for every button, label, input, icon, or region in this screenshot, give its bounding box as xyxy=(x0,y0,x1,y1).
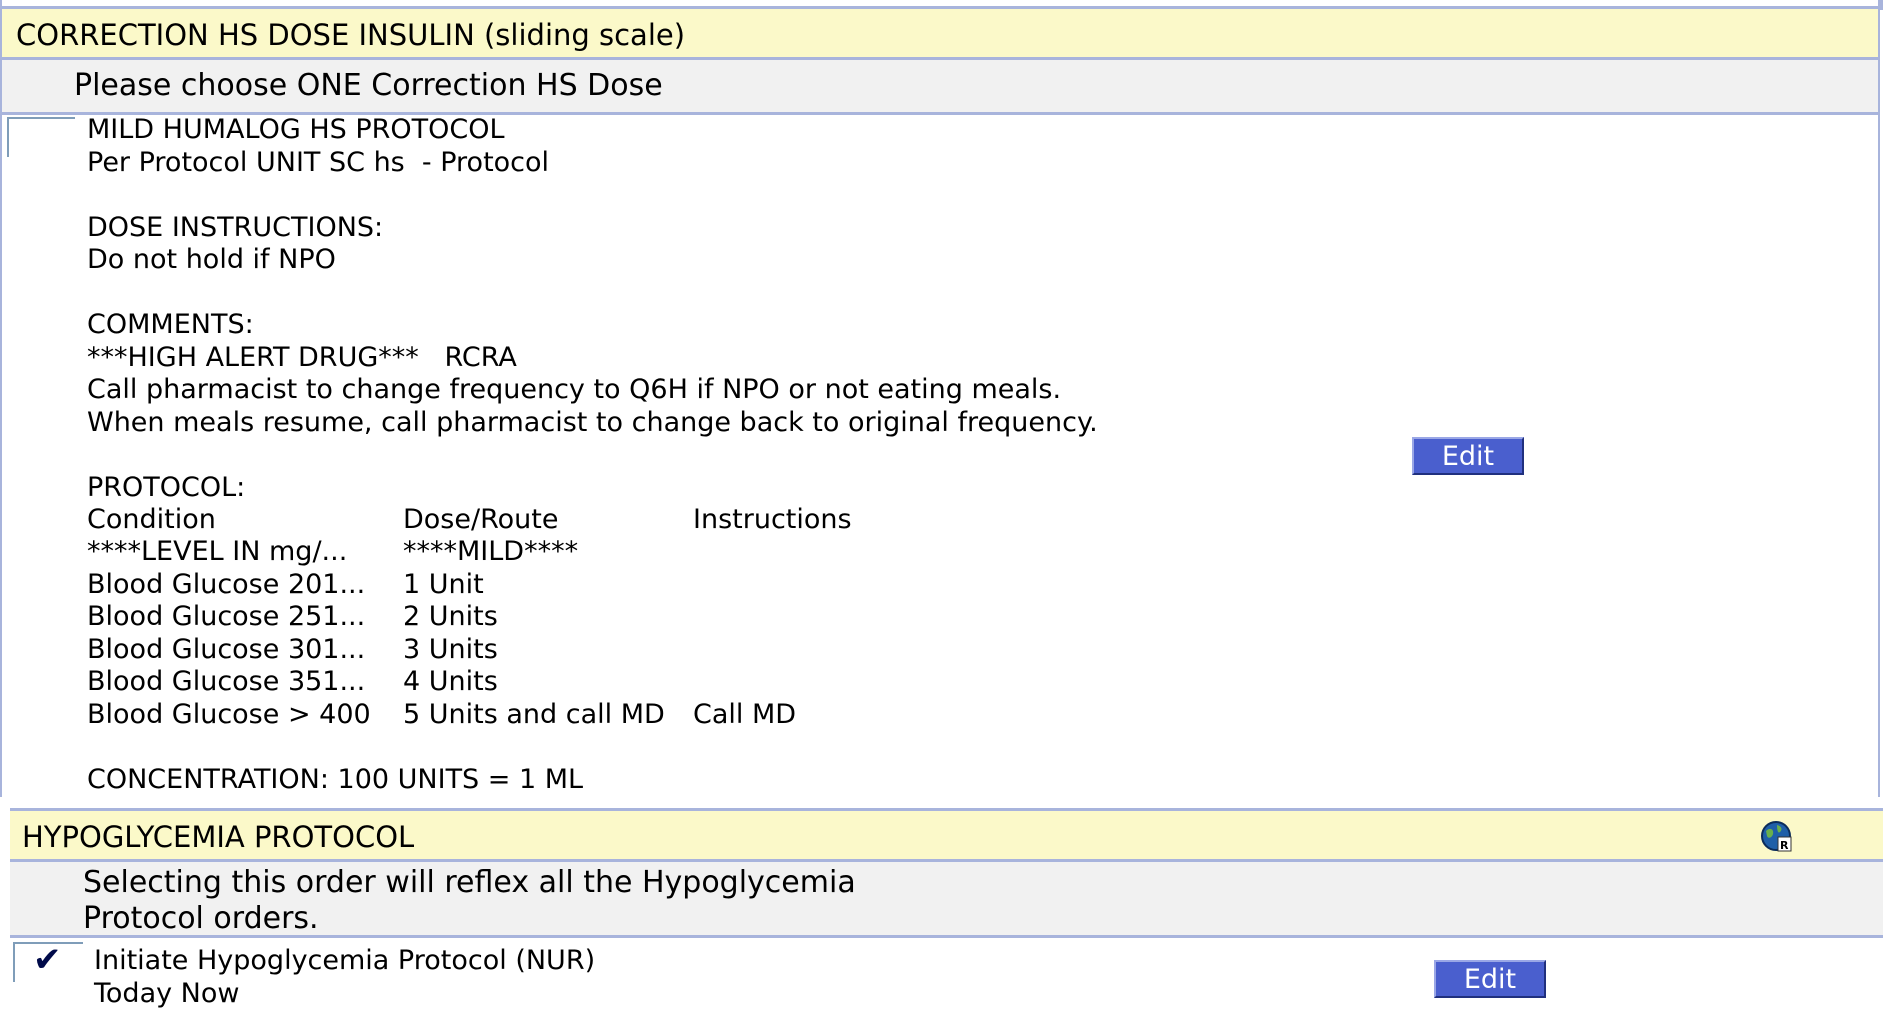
hypoglycemia-header-title: HYPOGLYCEMIA PROTOCOL xyxy=(22,820,415,854)
protocol-cell-condition: ****LEVEL IN mg/... xyxy=(87,536,348,567)
order-checkbox[interactable] xyxy=(7,117,75,157)
hypoglycemia-order-name: Initiate Hypoglycemia Protocol (NUR) xyxy=(94,945,596,976)
checkmark-icon: ✔ xyxy=(33,940,62,980)
order-frequency: Per Protocol UNIT SC hs - Protocol xyxy=(87,146,550,178)
protocol-cell-dose-route: 3 Units xyxy=(403,633,498,665)
protocol-cell-condition: Blood Glucose > 400 xyxy=(87,698,371,730)
protocol-cell-condition: Blood Glucose 251... xyxy=(87,601,366,632)
protocol-cell-instructions: Call MD xyxy=(693,698,797,730)
comment-line: When meals resume, call pharmacist to ch… xyxy=(87,406,1098,438)
hypoglycemia-subheader-line1: Selecting this order will reflex all the… xyxy=(83,865,856,900)
hypoglycemia-section-header: HYPOGLYCEMIA PROTOCOL xyxy=(10,808,1883,862)
protocol-cell-dose-route: ****MILD**** xyxy=(403,536,579,567)
protocol-cell-condition: Blood Glucose 301... xyxy=(87,633,366,665)
protocol-label: PROTOCOL: xyxy=(87,471,246,503)
comments-label: COMMENTS: xyxy=(87,309,254,340)
protocol-cell-dose-route: 1 Unit xyxy=(403,568,484,600)
comment-line: ***HIGH ALERT DRUG*** RCRA xyxy=(87,341,517,373)
dose-instructions-text: Do not hold if NPO xyxy=(87,244,336,275)
order-name: MILD HUMALOG HS PROTOCOL xyxy=(87,114,505,145)
svg-text:R: R xyxy=(1780,839,1789,852)
comment-line: Call pharmacist to change frequency to Q… xyxy=(87,374,1062,405)
hypoglycemia-edit-button[interactable]: Edit xyxy=(1434,960,1546,998)
section-subheader: Please choose ONE Correction HS Dose xyxy=(2,60,1878,115)
edit-button[interactable]: Edit xyxy=(1412,437,1524,475)
section-header-title: CORRECTION HS DOSE INSULIN (sliding scal… xyxy=(16,18,686,52)
protocol-cell-dose-route: 5 Units and call MD xyxy=(403,698,665,730)
protocol-cell-dose-route: 4 Units xyxy=(403,666,498,697)
protocol-header-instructions: Instructions xyxy=(693,504,852,535)
protocol-cell-condition: Blood Glucose 351... xyxy=(87,666,366,697)
protocol-header-condition: Condition xyxy=(87,504,216,535)
section-subheader-text: Please choose ONE Correction HS Dose xyxy=(74,68,663,103)
hypoglycemia-order-timing: Today Now xyxy=(94,978,240,1009)
protocol-cell-condition: Blood Glucose 201... xyxy=(87,568,366,600)
hypoglycemia-order-checkbox[interactable]: ✔ xyxy=(13,940,83,982)
hypoglycemia-subheader-line2: Protocol orders. xyxy=(83,901,319,936)
dose-instructions-label: DOSE INSTRUCTIONS: xyxy=(87,211,384,243)
correction-hs-dose-section: CORRECTION HS DOSE INSULIN (sliding scal… xyxy=(0,0,1880,797)
protocol-cell-dose-route: 2 Units xyxy=(403,601,498,632)
concentration-text: CONCENTRATION: 100 UNITS = 1 ML xyxy=(87,764,584,795)
section-header: CORRECTION HS DOSE INSULIN (sliding scal… xyxy=(2,6,1878,60)
globe-rx-icon[interactable]: R xyxy=(1759,819,1793,853)
hypoglycemia-subheader: Selecting this order will reflex all the… xyxy=(10,862,1883,938)
protocol-header-dose-route: Dose/Route xyxy=(403,504,559,535)
